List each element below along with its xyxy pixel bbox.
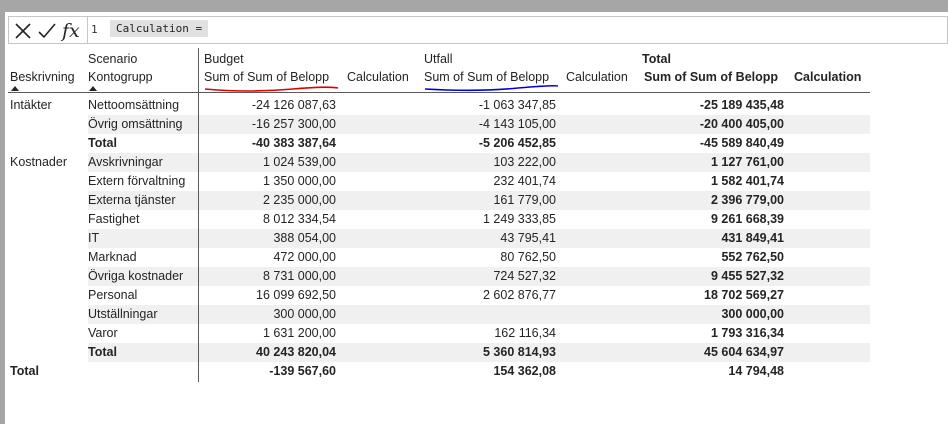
matrix-visual: Scenario Budget Utfall Total Beskrivning…	[8, 48, 876, 388]
window-frame-top	[0, 0, 948, 12]
row-item-label[interactable]: Varor	[88, 324, 118, 343]
formula-expression[interactable]: Calculation =	[110, 20, 209, 37]
cell-budget: 1 350 000,00	[263, 174, 336, 188]
formula-bar: fx 1 Calculation =	[8, 16, 948, 44]
cell-total: 45 604 634,97	[704, 345, 784, 359]
header-separator	[8, 92, 870, 93]
row-item-label[interactable]: Nettoomsättning	[88, 96, 179, 115]
hand-drawn-underlines	[204, 84, 559, 92]
cell-budget: 388 054,00	[273, 231, 336, 245]
cell-utfall: 232 401,74	[493, 174, 556, 188]
formula-line-number: 1	[91, 23, 98, 36]
cell-utfall: -1 063 347,85	[478, 98, 556, 112]
row-item-label[interactable]: Personal	[88, 286, 137, 305]
cell-utfall: -5 206 452,85	[478, 136, 556, 150]
cell-budget: 2 235 000,00	[263, 193, 336, 207]
row-item-label[interactable]: Övriga kostnader	[88, 267, 183, 286]
cell-utfall: 80 762,50	[500, 250, 556, 264]
cell-utfall: 43 795,41	[500, 231, 556, 245]
grand-total-label: Total	[10, 364, 39, 378]
row-item-label[interactable]: Externa tjänster	[88, 191, 176, 210]
cell-budget: 16 099 692,50	[256, 288, 336, 302]
cell-total: -25 189 435,48	[699, 98, 784, 112]
cell-utfall: 2 602 876,77	[483, 288, 556, 302]
row-item-label[interactable]: Extern förvaltning	[88, 172, 185, 191]
grand-total-utfall: 154 362,08	[493, 364, 556, 378]
row-item-label[interactable]: Total	[88, 343, 117, 362]
cell-total: 1 127 761,00	[711, 155, 784, 169]
grand-total-budget: -139 567,60	[269, 364, 336, 378]
fx-icon[interactable]: fx	[62, 21, 84, 41]
cell-budget: 8 731 000,00	[263, 269, 336, 283]
budget-underline-annotation	[204, 86, 339, 92]
cell-utfall: 1 249 333,85	[483, 212, 556, 226]
window-frame-left	[0, 0, 5, 424]
cell-utfall: 161 779,00	[493, 193, 556, 207]
cell-budget: 472 000,00	[273, 250, 336, 264]
row-item-label[interactable]: Fastighet	[88, 210, 139, 229]
cell-total: 9 261 668,39	[711, 212, 784, 226]
cell-total: 1 793 316,34	[711, 326, 784, 340]
cell-budget: -24 126 087,63	[251, 98, 336, 112]
row-item-label[interactable]: Utställningar	[88, 305, 157, 324]
cell-total: 552 762,50	[721, 250, 784, 264]
check-icon[interactable]	[37, 21, 57, 41]
cell-total: 431 849,41	[721, 231, 784, 245]
utfall-underline-annotation	[424, 84, 559, 92]
cell-budget: 8 012 334,54	[263, 212, 336, 226]
cell-utfall: 724 527,32	[493, 269, 556, 283]
row-item-label[interactable]: Marknad	[88, 248, 137, 267]
row-header-separator	[198, 48, 199, 382]
cell-total: 2 396 779,00	[711, 193, 784, 207]
cell-utfall: 103 222,00	[493, 155, 556, 169]
cell-total: -45 589 840,49	[699, 136, 784, 150]
cell-total: 18 702 569,27	[704, 288, 784, 302]
cell-budget: 40 243 820,04	[256, 345, 336, 359]
cell-budget: 1 024 539,00	[263, 155, 336, 169]
cell-total: -20 400 405,00	[699, 117, 784, 131]
cell-budget: 300 000,00	[273, 307, 336, 321]
grand-total-total: 14 794,48	[728, 364, 784, 378]
cell-utfall	[428, 305, 556, 324]
cell-total: 300 000,00	[721, 307, 784, 321]
formula-bar-buttons: fx	[9, 17, 88, 43]
cell-total: 1 582 401,74	[711, 174, 784, 188]
row-group-label[interactable]: Intäkter	[10, 96, 52, 115]
row-item-label[interactable]: Avskrivningar	[88, 153, 163, 172]
cell-utfall: 162 116,34	[494, 326, 556, 340]
row-item-label[interactable]: Övrig omsättning	[88, 115, 182, 134]
cell-total: 9 455 527,32	[711, 269, 784, 283]
cell-utfall: 5 360 814,93	[483, 345, 556, 359]
cell-budget: -16 257 300,00	[251, 117, 336, 131]
row-item-label[interactable]: IT	[88, 229, 99, 248]
close-icon[interactable]	[14, 21, 32, 41]
row-group-label[interactable]: Kostnader	[10, 153, 67, 172]
row-item-label[interactable]: Total	[88, 134, 117, 153]
cell-budget: 1 631 200,00	[263, 326, 336, 340]
cell-budget: -40 383 387,64	[251, 136, 336, 150]
cell-utfall: -4 143 105,00	[478, 117, 556, 131]
